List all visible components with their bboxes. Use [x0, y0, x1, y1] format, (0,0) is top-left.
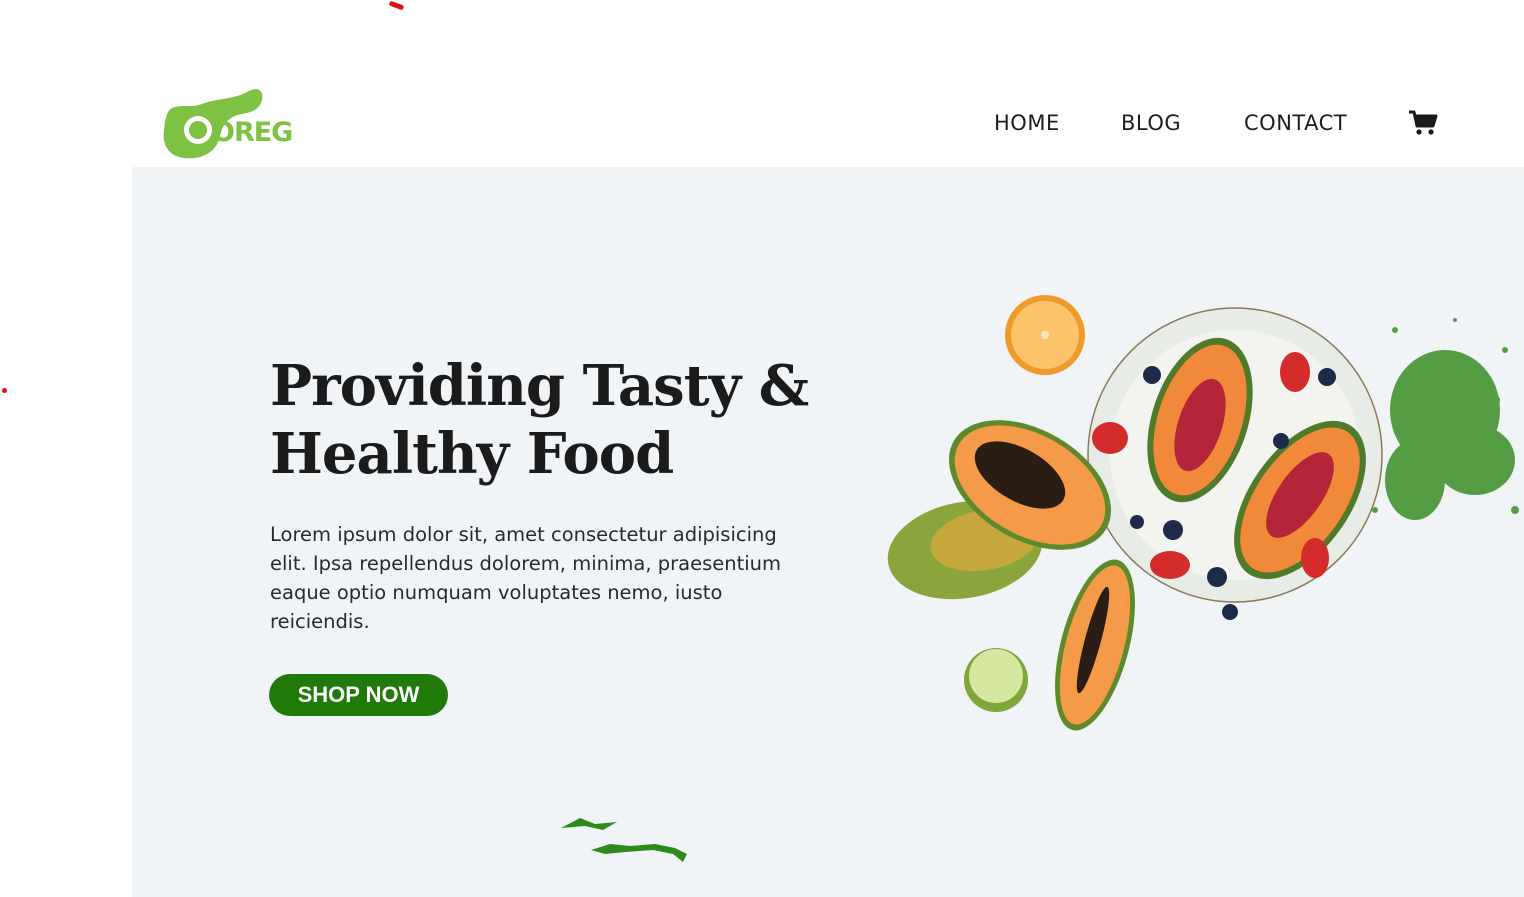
shop-now-button[interactable]: SHOP NOW [269, 674, 448, 716]
nav-home[interactable]: HOME [994, 111, 1060, 135]
hero-description: Lorem ipsum dolor sit, amet consectetur … [270, 523, 781, 633]
nav-blog[interactable]: BLOG [1121, 111, 1181, 135]
papaya-plate-image [887, 295, 1519, 731]
red-mark-decoration [388, 0, 405, 11]
red-dot-decoration [2, 388, 7, 393]
nav-contact[interactable]: CONTACT [1244, 111, 1347, 135]
hero-title-line-2: Healthy Food [270, 421, 674, 487]
logo-text: OREG [212, 117, 293, 148]
splash-decoration [561, 818, 687, 862]
hero-title: Providing Tasty & Healthy Food [270, 352, 910, 488]
cart-icon[interactable] [1408, 110, 1438, 136]
hero-title-line-1: Providing Tasty & [270, 353, 809, 419]
